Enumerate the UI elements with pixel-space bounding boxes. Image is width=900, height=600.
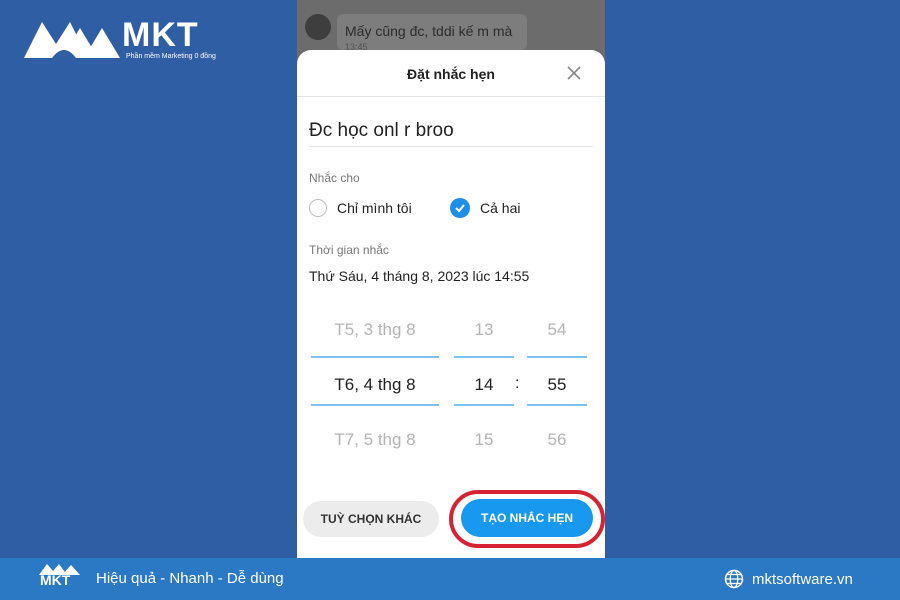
reminder-dialog: Đặt nhắc hẹn Nhắc cho Chỉ mình tôi Cả ha… (297, 50, 605, 558)
footer-slogan: Hiệu quả - Nhanh - Dễ dùng (96, 570, 284, 587)
reminder-text-input[interactable] (309, 116, 593, 146)
picker-minute-selected[interactable]: 55 (527, 375, 587, 395)
create-reminder-button[interactable]: TẠO NHẮC HẸN (461, 499, 593, 537)
check-circle-icon (450, 198, 470, 218)
picker-divider (311, 404, 439, 406)
brand-tagline: Phần mềm Marketing 0 đồng (126, 53, 216, 60)
option-only-me[interactable]: Chỉ mình tôi (309, 197, 412, 219)
globe-icon (724, 569, 744, 589)
time-separator: : (515, 375, 520, 392)
option-both-label: Cả hai (480, 200, 521, 216)
time-label: Thời gian nhắc (309, 243, 389, 257)
mkt-logo-icon (24, 22, 120, 58)
header-divider (297, 96, 605, 97)
input-divider (309, 146, 593, 147)
footer-bar: MKT Hiệu quả - Nhanh - Dễ dùng mktsoftwa… (0, 558, 900, 600)
footer-logo: MKT (38, 562, 82, 596)
chat-bubble: Mấy cũng đc, tddi kế m mà 13:45 (337, 14, 527, 52)
selected-datetime: Thứ Sáu, 4 tháng 8, 2023 lúc 14:55 (309, 268, 530, 284)
picker-divider (527, 356, 587, 358)
website-url: mktsoftware.vn (752, 570, 853, 588)
option-only-me-label: Chỉ mình tôi (337, 200, 412, 216)
picker-hour-selected[interactable]: 14 (454, 375, 514, 395)
brand-name: MKT (122, 16, 199, 54)
avatar (305, 14, 331, 40)
other-options-button[interactable]: TUỲ CHỌN KHÁC (303, 501, 439, 537)
datetime-picker: T5, 3 thg 8 T6, 4 thg 8 T7, 5 thg 8 13 1… (297, 290, 605, 470)
picker-hour-prev[interactable]: 13 (454, 320, 514, 340)
dialog-title: Đặt nhắc hẹn (407, 66, 495, 82)
picker-divider (527, 404, 587, 406)
picker-divider (454, 404, 514, 406)
picker-minute-next[interactable]: 56 (527, 430, 587, 450)
chat-message: Mấy cũng đc, tddi kế m mà (345, 23, 513, 39)
picker-date-next[interactable]: T7, 5 thg 8 (311, 430, 439, 450)
picker-hour-next[interactable]: 15 (454, 430, 514, 450)
footer-website[interactable]: mktsoftware.vn (724, 569, 853, 589)
radio-unchecked-icon (309, 199, 327, 217)
picker-divider (454, 356, 514, 358)
footer-logo-text: MKT (40, 572, 71, 588)
close-icon[interactable] (565, 64, 583, 82)
picker-date-selected[interactable]: T6, 4 thg 8 (311, 375, 439, 395)
picker-divider (311, 356, 439, 358)
phone-screen: Mấy cũng đc, tddi kế m mà 13:45 Đặt nhắc… (297, 0, 605, 558)
remind-for-label: Nhắc cho (309, 171, 360, 185)
picker-minute-prev[interactable]: 54 (527, 320, 587, 340)
option-both[interactable]: Cả hai (450, 197, 520, 219)
picker-date-prev[interactable]: T5, 3 thg 8 (311, 320, 439, 340)
brand-logo: MKT Phần mềm Marketing 0 đồng (22, 14, 222, 64)
